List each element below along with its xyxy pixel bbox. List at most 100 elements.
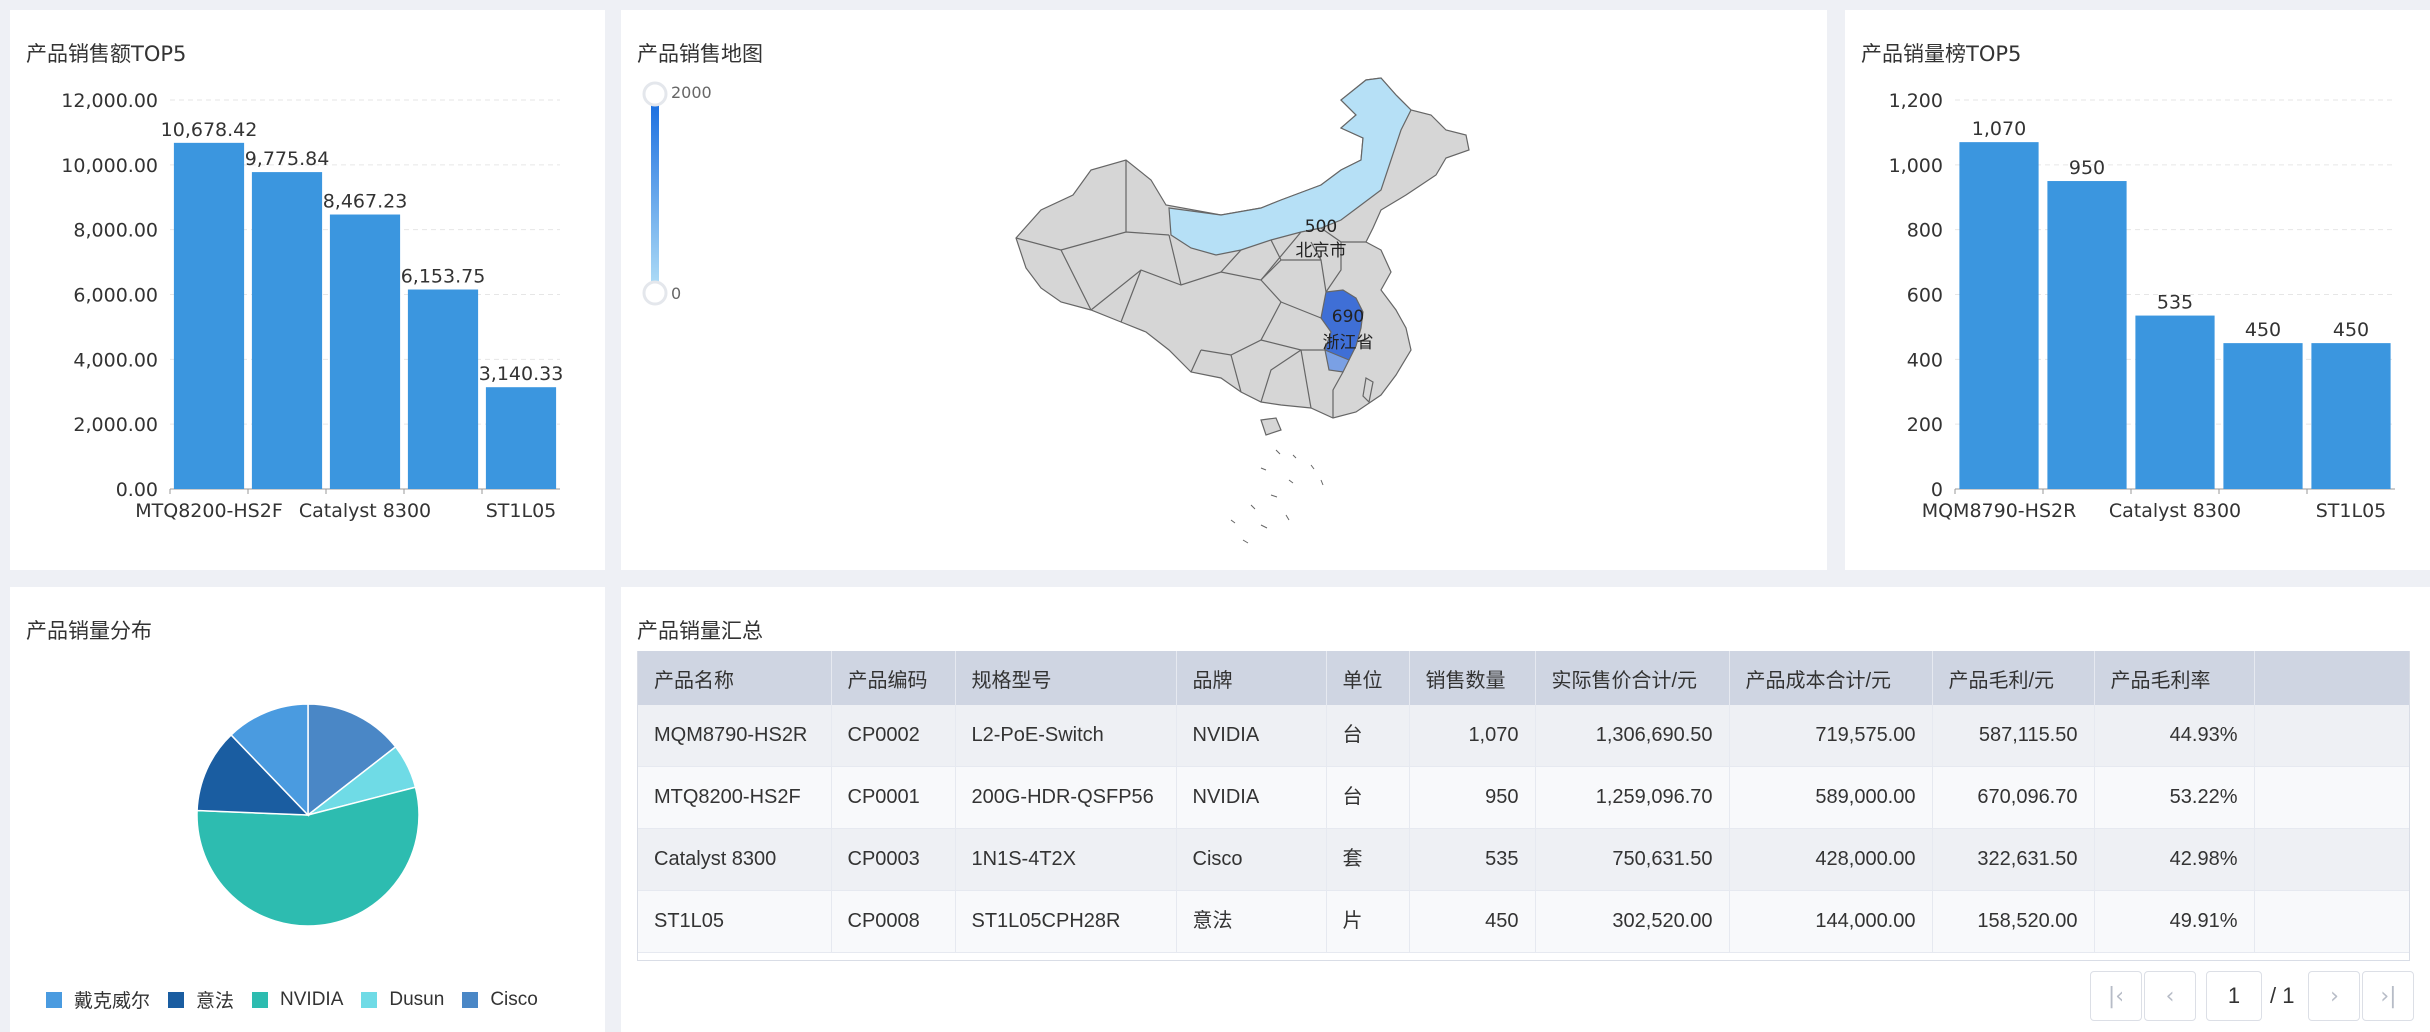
y-tick-label: 10,000.00 [61, 155, 158, 177]
cell-product-code: CP0003 [831, 828, 956, 891]
china-map[interactable] [1015, 77, 1470, 544]
legend-item[interactable]: Dusun [361, 989, 444, 1011]
col-header[interactable]: 产品成本合计/元 [1729, 651, 1933, 705]
y-tick-label: 12,000.00 [61, 90, 158, 112]
bar[interactable] [173, 142, 245, 489]
visual-map-max-label: 2000 [671, 83, 712, 102]
y-tick-label: 0.00 [116, 479, 158, 501]
x-tick-label: MTQ8200-HS2F [135, 500, 283, 522]
col-header[interactable]: 销售数量 [1409, 651, 1536, 705]
bar[interactable] [251, 172, 323, 489]
col-header[interactable]: 产品编码 [831, 651, 956, 705]
x-tick-label: ST1L05 [486, 500, 557, 522]
bar[interactable] [485, 387, 557, 489]
cell-spec: 200G-HDR-QSFP56 [955, 766, 1177, 829]
bar[interactable] [2135, 315, 2215, 489]
cell-product-name: Catalyst 8300 [638, 828, 832, 891]
cell-profit: 587,115.50 [1932, 705, 2095, 767]
table-row[interactable]: MTQ8200-HS2F CP0001 200G-HDR-QSFP56 NVID… [638, 766, 2409, 829]
map-hainan[interactable] [1260, 417, 1282, 436]
page-number-input[interactable]: 1 [2206, 971, 2262, 1021]
cell-spec: 1N1S-4T2X [955, 828, 1177, 891]
y-tick-label: 0 [1931, 479, 1943, 501]
cell-revenue: 1,259,096.70 [1535, 766, 1730, 829]
cell-product-code: CP0008 [831, 890, 956, 953]
cell-brand: 意法 [1176, 890, 1327, 953]
bar[interactable] [407, 289, 479, 489]
next-page-icon: › [2330, 983, 2339, 1009]
visual-map-handle-top[interactable] [642, 81, 668, 107]
table-row[interactable]: ST1L05 CP0008 ST1L05CPH28R 意法 片 450 302,… [638, 890, 2409, 953]
prev-page-button[interactable]: ‹ [2144, 971, 2196, 1021]
first-page-button[interactable]: |‹ [2090, 971, 2142, 1021]
cell-revenue: 1,306,690.50 [1535, 705, 1730, 767]
bar-value-label: 6,153.75 [401, 266, 486, 288]
cell-brand: NVIDIA [1176, 705, 1327, 767]
cell-quantity: 535 [1409, 828, 1536, 891]
legend-swatch [462, 991, 479, 1008]
x-tick-label: MQM8790-HS2R [1922, 500, 2077, 522]
col-header[interactable]: 产品毛利率 [2094, 651, 2255, 705]
page-total: / 1 [2270, 983, 2295, 1008]
col-header[interactable]: 品牌 [1176, 651, 1327, 705]
x-tick-label: ST1L05 [2316, 500, 2387, 522]
col-header [2254, 651, 2409, 705]
bar[interactable] [2311, 343, 2391, 489]
legend-item[interactable]: NVIDIA [252, 989, 343, 1011]
bar-value-label: 10,678.42 [161, 119, 258, 141]
cell-empty [2254, 890, 2409, 953]
legend-swatch [361, 991, 378, 1008]
cell-empty [2254, 828, 2409, 891]
sales-distribution-pie-chart [196, 703, 420, 927]
next-page-button[interactable]: › [2308, 971, 2361, 1021]
table-bottom-border [637, 960, 2410, 961]
table-row[interactable]: MQM8790-HS2R CP0002 L2-PoE-Switch NVIDIA… [638, 705, 2409, 767]
cell-brand: Cisco [1176, 828, 1327, 891]
sales-summary-table-wrap[interactable]: 产品名称 产品编码 规格型号 品牌 单位 销售数量 实际售价合计/元 产品成本合… [637, 651, 2410, 961]
cell-margin: 49.91% [2094, 890, 2255, 953]
bar[interactable] [2223, 343, 2303, 489]
cell-margin: 44.93% [2094, 705, 2255, 767]
sales-volume-bar-chart: 0 200 400 600 800 1,000 1,200 1,070 MQM8790-HS2R… [1889, 90, 2395, 522]
bar[interactable] [2047, 181, 2127, 489]
sales-amount-top5-card: 产品销售额TOP5 0.00 2,000.00 4,000.00 6,000.00 8,… [10, 10, 605, 570]
cell-profit: 322,631.50 [1932, 828, 2095, 891]
legend-item[interactable]: 意法 [168, 986, 234, 1013]
cell-spec: ST1L05CPH28R [955, 890, 1177, 953]
visual-map-slider[interactable]: 2000 0 [642, 81, 712, 306]
cell-revenue: 302,520.00 [1535, 890, 1730, 953]
visual-map-min-label: 0 [671, 284, 681, 303]
col-header[interactable]: 产品毛利/元 [1932, 651, 2095, 705]
legend-label: Dusun [389, 988, 445, 1010]
bar-value-label: 1,070 [1972, 118, 2026, 140]
bar-value-label: 535 [2157, 292, 2193, 314]
legend-label: 意法 [196, 991, 235, 1012]
y-tick-label: 8,000.00 [73, 220, 158, 242]
cell-spec: L2-PoE-Switch [955, 705, 1177, 767]
bar[interactable] [329, 214, 401, 489]
legend-swatch [252, 991, 269, 1008]
cell-brand: NVIDIA [1176, 766, 1327, 829]
legend-item[interactable]: 戴克威尔 [46, 986, 150, 1013]
y-tick-label: 2,000.00 [73, 414, 158, 436]
map-label-zhejiang: 浙江省 [1323, 333, 1374, 353]
bar-value-label: 950 [2069, 157, 2105, 179]
cell-product-name: MQM8790-HS2R [638, 705, 832, 767]
col-header[interactable]: 实际售价合计/元 [1535, 651, 1730, 705]
last-page-icon: ›| [2380, 983, 2397, 1009]
x-tick-label: Catalyst 8300 [2109, 500, 2241, 522]
table-row[interactable]: Catalyst 8300 CP0003 1N1S-4T2X Cisco 套 5… [638, 828, 2409, 891]
legend-item[interactable]: Cisco [462, 989, 538, 1011]
col-header[interactable]: 产品名称 [638, 651, 832, 705]
cell-unit: 台 [1326, 766, 1410, 829]
cell-profit: 670,096.70 [1932, 766, 2095, 829]
col-header[interactable]: 规格型号 [955, 651, 1177, 705]
visual-map-handle-bottom[interactable] [642, 280, 668, 306]
sales-summary-table: 产品名称 产品编码 规格型号 品牌 单位 销售数量 实际售价合计/元 产品成本合… [638, 651, 2409, 953]
last-page-button[interactable]: ›| [2362, 971, 2415, 1021]
bar[interactable] [1959, 142, 2039, 489]
map-inner-mongolia[interactable] [1168, 77, 1412, 256]
legend-label: 戴克威尔 [74, 991, 151, 1012]
cell-margin: 42.98% [2094, 828, 2255, 891]
col-header[interactable]: 单位 [1326, 651, 1410, 705]
